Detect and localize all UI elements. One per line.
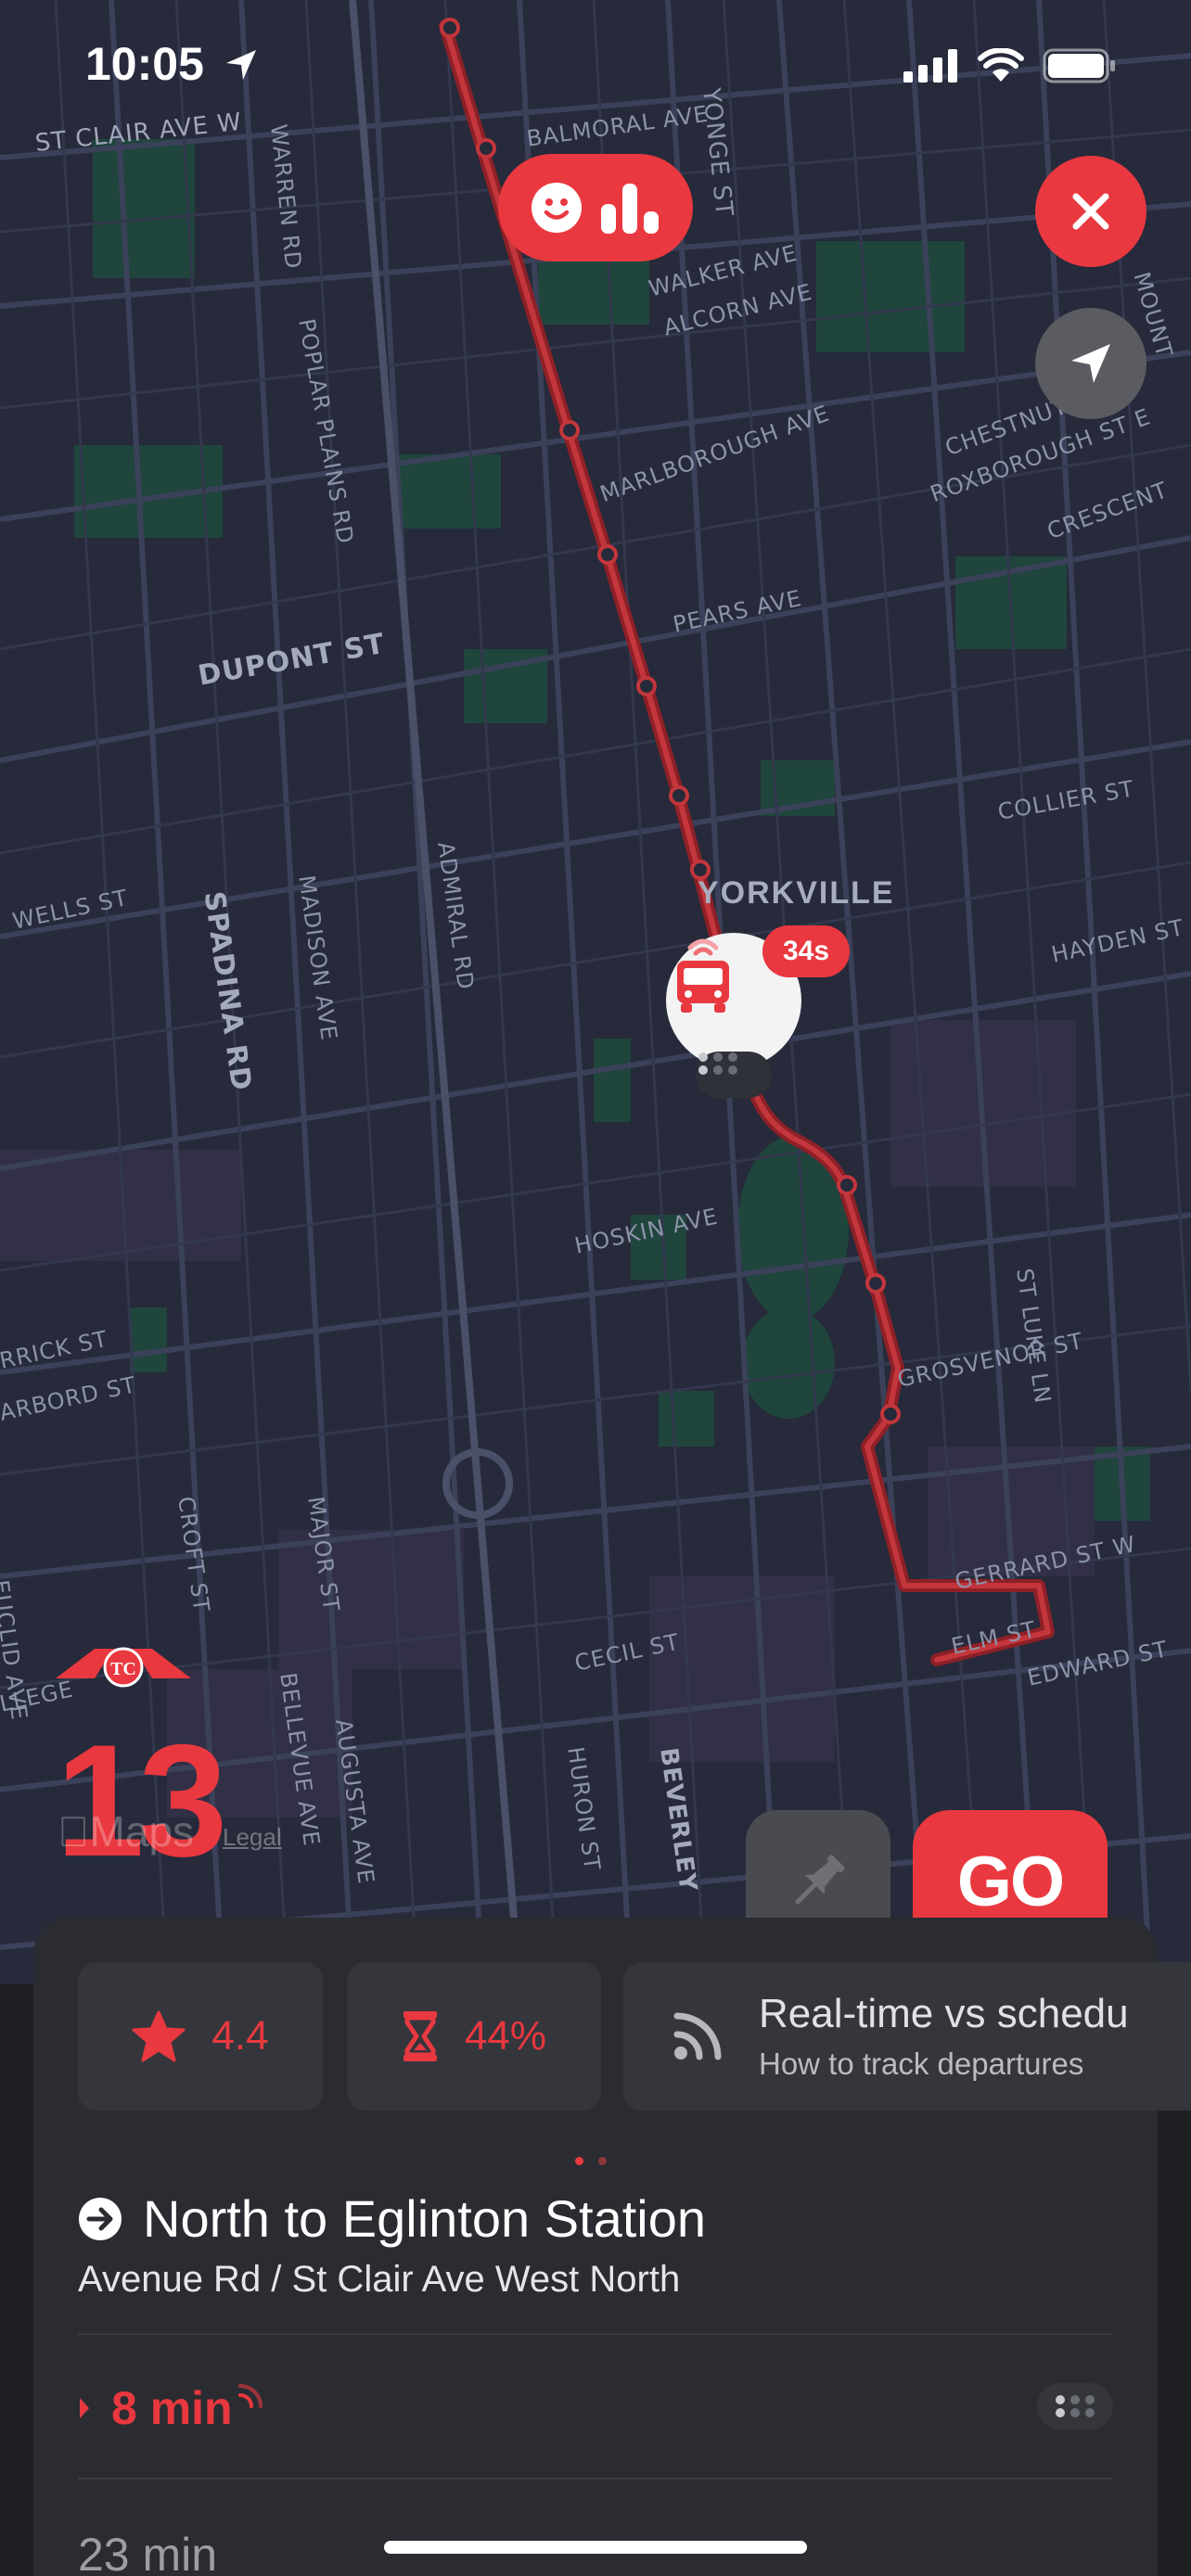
page-dot [598, 2157, 607, 2165]
reliability-value: 44% [464, 2013, 547, 2059]
pin-icon [795, 1855, 845, 1905]
reliability-chip[interactable]: 44% [347, 1962, 601, 2111]
star-icon [132, 2010, 186, 2062]
home-indicator[interactable] [384, 2541, 807, 2554]
battery-icon [1043, 48, 1115, 83]
rating-chip[interactable]: 4.4 [78, 1962, 323, 2111]
smiley-icon [531, 183, 582, 233]
realtime-info-title: Real-time vs schedu [759, 1991, 1129, 2036]
status-icons [903, 48, 1117, 83]
page-indicator [575, 2157, 607, 2165]
close-button[interactable] [1035, 156, 1146, 267]
map-view[interactable]: ST CLAIR AVE W WARREN RD BALMORAL AVE PO… [0, 0, 1191, 1984]
page-dot-active [575, 2157, 583, 2165]
location-arrow-icon [1071, 344, 1110, 383]
crowding-indicator [1037, 2383, 1113, 2429]
departure-time: 8 min [111, 2382, 233, 2434]
triangle-right-icon [80, 2398, 89, 2418]
departure-time-scheduled[interactable]: 23 min [78, 2528, 217, 2576]
status-time: 10:05 [85, 37, 260, 91]
maps-attribution: Maps [58, 1806, 194, 1856]
realtime-info-subtitle: How to track departures [759, 2047, 1084, 2081]
realtime-info-chip[interactable]: Real-time vs schedu How to track departu… [623, 1962, 1191, 2111]
route-number: 13 [56, 1712, 227, 1890]
divider [78, 2478, 1113, 2480]
realtime-signal-icon [237, 2384, 263, 2408]
arrival-badge: 34s [762, 925, 850, 977]
realtime-signal-icon [673, 2012, 722, 2060]
crowding-indicator [696, 1052, 772, 1098]
direction-heading[interactable]: North to Eglinton Station [78, 2188, 706, 2249]
direction-arrow-icon [79, 2197, 122, 2240]
bus-icon [677, 938, 729, 1013]
realtime-info-text: Real-time vs schedu How to track departu… [759, 1991, 1129, 2082]
cellular-signal-icon [903, 49, 957, 83]
crowding-dots-icon [1056, 2395, 1095, 2417]
svg-text:TC: TC [110, 1659, 136, 1679]
rating-value: 4.4 [211, 2013, 269, 2059]
feedback-stats-button[interactable] [498, 154, 693, 261]
direction-title: North to Eglinton Station [143, 2189, 707, 2248]
departure-row[interactable]: 8 min [78, 2376, 1113, 2441]
maps-attribution-text: Maps [58, 1807, 194, 1855]
status-bar: 10:05 [0, 0, 1191, 130]
divider [78, 2333, 1113, 2335]
location-services-icon [225, 50, 256, 80]
status-time-text: 10:05 [85, 38, 204, 90]
hourglass-icon [403, 2011, 437, 2061]
bar-chart-icon [601, 184, 659, 234]
legal-link[interactable]: Legal [223, 1823, 282, 1852]
stop-name: Avenue Rd / St Clair Ave West North [78, 2259, 681, 2300]
neighborhood-label: YORKVILLE [698, 875, 895, 911]
crowding-dots-icon [698, 1052, 737, 1075]
close-icon [1072, 193, 1109, 230]
locate-me-button[interactable] [1035, 308, 1146, 419]
wifi-icon [978, 48, 1024, 82]
